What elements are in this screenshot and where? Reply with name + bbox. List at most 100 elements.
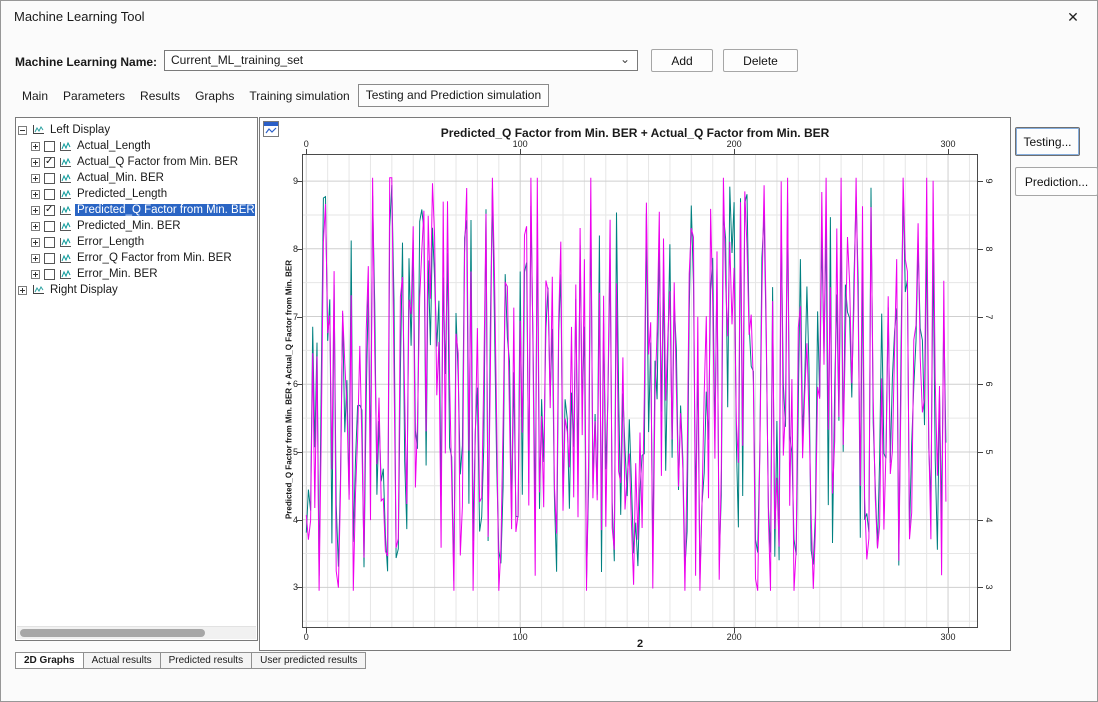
tree-item[interactable]: Predicted_Min. BER bbox=[18, 218, 255, 234]
expand-icon[interactable] bbox=[31, 206, 40, 215]
bottom-tab-actual-results[interactable]: Actual results bbox=[83, 652, 161, 669]
unchecked-checkbox[interactable] bbox=[44, 253, 55, 264]
tree-item[interactable]: Error_Q Factor from Min. BER bbox=[18, 250, 255, 266]
tree-item-label[interactable]: Predicted_Min. BER bbox=[75, 220, 183, 232]
graph-icon bbox=[59, 205, 72, 216]
x-tickmark-bottom bbox=[306, 628, 307, 633]
tree-item[interactable]: Predicted_Length bbox=[18, 186, 255, 202]
tab-main[interactable]: Main bbox=[15, 86, 55, 107]
y-tickmark-left bbox=[297, 317, 302, 318]
graph-icon bbox=[59, 221, 72, 232]
bottom-tab-2d-graphs[interactable]: 2D Graphs bbox=[15, 652, 84, 669]
expand-icon[interactable] bbox=[31, 222, 40, 231]
chart-title: Predicted_Q Factor from Min. BER + Actua… bbox=[260, 126, 1010, 140]
horizontal-scrollbar[interactable] bbox=[17, 626, 256, 639]
y-tickmark-right bbox=[978, 384, 983, 385]
tab-training-simulation[interactable]: Training simulation bbox=[242, 86, 356, 107]
tree-root-label[interactable]: Left Display bbox=[48, 124, 112, 136]
tree-root-label[interactable]: Right Display bbox=[48, 284, 120, 296]
tree-item-label[interactable]: Actual_Q Factor from Min. BER bbox=[75, 156, 240, 168]
ml-name-label: Machine Learning Name: bbox=[15, 55, 157, 69]
expand-icon[interactable] bbox=[31, 158, 40, 167]
expand-icon[interactable] bbox=[31, 254, 40, 263]
expand-icon[interactable] bbox=[31, 174, 40, 183]
x-tick-label-top: 200 bbox=[722, 139, 746, 149]
chart-panel: Predicted_Q Factor from Min. BER + Actua… bbox=[259, 117, 1011, 651]
y-tick-label-right: 4 bbox=[984, 515, 994, 525]
x-tickmark-top bbox=[734, 149, 735, 154]
unchecked-checkbox[interactable] bbox=[44, 173, 55, 184]
tree-root-row: Left Display bbox=[18, 122, 255, 138]
add-button[interactable]: Add bbox=[651, 49, 713, 72]
unchecked-checkbox[interactable] bbox=[44, 221, 55, 232]
tree-item[interactable]: Error_Length bbox=[18, 234, 255, 250]
x-tickmark-bottom bbox=[520, 628, 521, 633]
expand-icon[interactable] bbox=[31, 142, 40, 151]
x-tickmark-bottom bbox=[948, 628, 949, 633]
chevron-down-icon: ⌄ bbox=[620, 52, 630, 66]
y-tick-label-left: 8 bbox=[276, 244, 298, 254]
display-tree-panel: Left Display Actual_Length Actual_Q Factor… bbox=[15, 117, 258, 641]
y-tick-label-right: 3 bbox=[984, 582, 994, 592]
prediction-button[interactable]: Prediction... bbox=[1015, 167, 1098, 196]
collapse-icon[interactable] bbox=[18, 126, 27, 135]
y-tick-label-right: 9 bbox=[984, 176, 994, 186]
tab-results[interactable]: Results bbox=[133, 86, 187, 107]
tree-item-label[interactable]: Error_Q Factor from Min. BER bbox=[75, 252, 234, 264]
tab-parameters[interactable]: Parameters bbox=[56, 86, 132, 107]
tree-item-label[interactable]: Actual_Length bbox=[75, 140, 153, 152]
x-tickmark-top bbox=[948, 149, 949, 154]
plot-area[interactable] bbox=[302, 154, 978, 628]
display-icon bbox=[31, 284, 45, 296]
y-axis-label: Predicted_Q Factor from Min. BER + Actua… bbox=[285, 153, 294, 627]
graph-icon bbox=[59, 269, 72, 280]
expand-icon[interactable] bbox=[31, 190, 40, 199]
tree-item-label[interactable]: Error_Length bbox=[75, 236, 146, 248]
y-tickmark-left bbox=[297, 249, 302, 250]
tree-item[interactable]: Predicted_Q Factor from Min. BER bbox=[18, 202, 255, 218]
x-tick-label-bottom: 300 bbox=[936, 632, 960, 642]
checked-checkbox[interactable] bbox=[44, 205, 55, 216]
y-tick-label-right: 8 bbox=[984, 244, 994, 254]
graph-icon bbox=[59, 173, 72, 184]
close-icon[interactable]: ✕ bbox=[1059, 6, 1087, 28]
tree-item-label[interactable]: Actual_Min. BER bbox=[75, 172, 166, 184]
y-tickmark-right bbox=[978, 452, 983, 453]
bottom-tab-user-predicted-results[interactable]: User predicted results bbox=[251, 652, 366, 669]
tree-item[interactable]: Actual_Q Factor from Min. BER bbox=[18, 154, 255, 170]
scrollbar-thumb[interactable] bbox=[20, 629, 205, 637]
tree-item[interactable]: Actual_Min. BER bbox=[18, 170, 255, 186]
expand-icon[interactable] bbox=[31, 238, 40, 247]
y-tick-label-right: 7 bbox=[984, 312, 994, 322]
expand-icon[interactable] bbox=[31, 270, 40, 279]
testing-button[interactable]: Testing... bbox=[1015, 127, 1080, 156]
plot-svg[interactable] bbox=[302, 154, 978, 628]
unchecked-checkbox[interactable] bbox=[44, 269, 55, 280]
bottom-tab-strip: 2D GraphsActual resultsPredicted results… bbox=[15, 652, 366, 669]
bottom-tab-predicted-results[interactable]: Predicted results bbox=[160, 652, 252, 669]
display-icon bbox=[31, 124, 45, 136]
expand-icon[interactable] bbox=[18, 286, 27, 295]
x-tick-label-bottom: 200 bbox=[722, 632, 746, 642]
y-tickmark-right bbox=[978, 520, 983, 521]
graph-icon bbox=[59, 141, 72, 152]
window-title: Machine Learning Tool bbox=[14, 9, 145, 24]
unchecked-checkbox[interactable] bbox=[44, 237, 55, 248]
tree: Left Display Actual_Length Actual_Q Factor… bbox=[18, 122, 255, 624]
delete-button[interactable]: Delete bbox=[723, 49, 798, 72]
tree-item[interactable]: Error_Min. BER bbox=[18, 266, 255, 282]
y-tick-label-left: 3 bbox=[276, 582, 298, 592]
unchecked-checkbox[interactable] bbox=[44, 141, 55, 152]
y-tickmark-right bbox=[978, 317, 983, 318]
tree-item[interactable]: Actual_Length bbox=[18, 138, 255, 154]
unchecked-checkbox[interactable] bbox=[44, 189, 55, 200]
y-tickmark-left bbox=[297, 384, 302, 385]
checked-checkbox[interactable] bbox=[44, 157, 55, 168]
tab-graphs[interactable]: Graphs bbox=[188, 86, 241, 107]
tree-item-label[interactable]: Predicted_Length bbox=[75, 188, 169, 200]
tree-item-label[interactable]: Predicted_Q Factor from Min. BER bbox=[75, 204, 255, 216]
ml-name-select[interactable]: Current_ML_training_set ⌄ bbox=[164, 50, 638, 71]
y-tickmark-left bbox=[297, 452, 302, 453]
tab-testing-and-prediction-simulation[interactable]: Testing and Prediction simulation bbox=[358, 84, 549, 107]
tree-item-label[interactable]: Error_Min. BER bbox=[75, 268, 160, 280]
